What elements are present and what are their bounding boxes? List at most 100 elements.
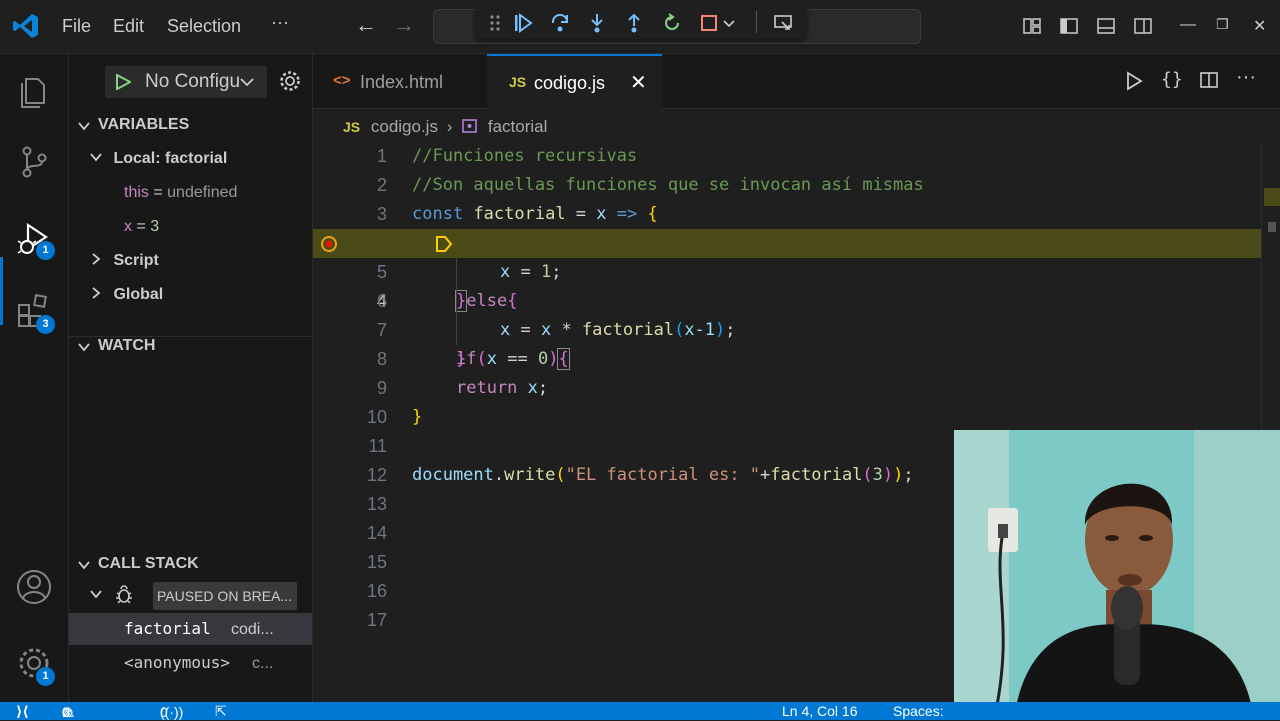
line-number: 1 <box>376 146 387 166</box>
tab-index-html[interactable]: <> Index.html <box>313 54 487 109</box>
back-arrow-icon[interactable]: ← <box>355 12 377 38</box>
curly-braces-icon[interactable]: {} <box>1161 69 1183 90</box>
minimize-button[interactable]: — <box>1180 16 1196 34</box>
code-operator: = <box>510 262 541 282</box>
explorer-icon[interactable] <box>14 71 54 111</box>
keyword-const: const <box>412 204 464 224</box>
title-bar: File Edit Selection ··· ← → — ❐ ✕ <box>0 0 1280 54</box>
debug-launch-icon[interactable]: ⇱ <box>215 703 227 720</box>
indentation-setting[interactable]: Spaces: <box>893 703 944 719</box>
inline-breakpoint-icon <box>436 236 453 252</box>
menu-selection[interactable]: Selection <box>167 16 241 37</box>
toolbar-divider <box>756 11 757 33</box>
line-number: 6 <box>376 291 387 311</box>
drag-handle-icon[interactable] <box>484 12 506 34</box>
menu-more[interactable]: ··· <box>271 12 289 33</box>
line-number: 15 <box>366 552 387 572</box>
scope-global[interactable]: Global <box>89 286 163 304</box>
stack-frame-selected[interactable]: factorial codi... <box>69 613 312 645</box>
line-number: 13 <box>366 494 387 514</box>
tab-label: Index.html <box>360 72 444 92</box>
code-dot: . <box>493 465 505 485</box>
thread-row[interactable] <box>89 585 132 606</box>
current-execution-line: 4 if(x == 0){ <box>313 229 1280 370</box>
open-launch-json-gear-icon[interactable] <box>278 69 302 93</box>
code-variable: x <box>500 320 511 340</box>
code-line: 2 //Son aquellas funciones que se invocan… <box>313 171 1280 200</box>
watch-section-header[interactable]: WATCH <box>69 336 312 358</box>
step-into-icon[interactable] <box>586 12 608 34</box>
chevron-right-icon <box>92 253 101 265</box>
code-brace: { <box>507 291 518 311</box>
close-window-button[interactable]: ✕ <box>1253 16 1266 36</box>
breadcrumb: JS codigo.js › factorial <box>343 117 547 137</box>
breakpoint-icon[interactable] <box>321 236 337 252</box>
code-line: 3 const factorial = x => { <box>313 200 1280 229</box>
customize-layout-icon[interactable] <box>1022 16 1042 36</box>
more-actions-icon[interactable]: ··· <box>1236 66 1256 89</box>
extensions-badge: 3 <box>36 315 55 334</box>
status-bar: ⟩⟨ ⊗ 0 ⚠ 0 ((·)) 0 ⇱ Ln 4, Col 16 Spaces… <box>0 702 1280 720</box>
cursor-position[interactable]: Ln 4, Col 16 <box>782 703 858 719</box>
code-operator: + <box>760 465 771 485</box>
toggle-primary-sidebar-icon[interactable] <box>1059 16 1079 36</box>
tab-codigo-js[interactable]: JS codigo.js ✕ <box>487 54 662 109</box>
inspect-icon[interactable] <box>772 12 794 34</box>
tab-bar: <> Index.html JS codigo.js ✕ {} ··· <box>313 54 1280 109</box>
run-configuration-dropdown[interactable]: No Configurations <box>105 66 267 98</box>
chevron-down-icon[interactable] <box>722 12 736 34</box>
breadcrumb-file[interactable]: codigo.js <box>371 117 438 136</box>
source-control-icon[interactable] <box>14 142 54 182</box>
menu-file[interactable]: File <box>62 16 91 37</box>
stack-frame[interactable]: <anonymous> c... <box>69 647 312 679</box>
restart-icon[interactable] <box>661 12 683 34</box>
ports-count: 0 <box>160 704 168 720</box>
run-configuration-label: No Configurations <box>145 71 239 92</box>
run-and-debug-sidebar: No Configurations VARIABLES Local: facto… <box>69 54 313 702</box>
breadcrumb-symbol[interactable]: factorial <box>488 117 548 136</box>
stop-icon[interactable] <box>698 12 720 34</box>
variable-value: 3 <box>150 218 160 235</box>
chevron-down-icon <box>240 78 254 87</box>
scope-local[interactable]: Local: factorial <box>89 150 227 168</box>
code-brace: } <box>454 290 468 312</box>
code-number: 3 <box>872 465 883 485</box>
active-view-indicator <box>0 257 3 325</box>
variable-equals: = <box>132 218 151 235</box>
scrollbar-thumb[interactable] <box>1268 222 1276 232</box>
code-variable: x <box>517 378 538 398</box>
call-stack-title: CALL STACK <box>98 555 199 572</box>
menu-edit[interactable]: Edit <box>113 16 144 37</box>
code-variable: x <box>500 262 511 282</box>
step-out-icon[interactable] <box>623 12 645 34</box>
keyword-else: else <box>466 291 508 311</box>
close-tab-icon[interactable]: ✕ <box>630 70 647 95</box>
forward-arrow-icon[interactable]: → <box>393 12 415 38</box>
variables-section-header[interactable]: VARIABLES <box>69 116 312 138</box>
account-icon[interactable] <box>14 567 54 607</box>
call-stack-section-header[interactable]: CALL STACK <box>69 555 312 577</box>
function-call: factorial <box>581 320 675 340</box>
continue-icon[interactable] <box>512 12 534 34</box>
toggle-panel-icon[interactable] <box>1096 16 1116 36</box>
scope-global-label: Global <box>113 286 164 303</box>
keyword-return: return <box>456 378 518 398</box>
variable-row[interactable]: x = 3 <box>124 218 159 236</box>
run-file-icon[interactable] <box>1125 71 1143 91</box>
function-call: factorial <box>770 465 863 485</box>
line-number: 5 <box>376 262 387 282</box>
code-line: 10} <box>313 403 1280 432</box>
code-paren: ( <box>674 320 685 340</box>
scope-script[interactable]: Script <box>89 252 159 270</box>
split-editor-icon[interactable] <box>1199 70 1219 90</box>
start-debugging-icon[interactable] <box>115 74 131 90</box>
remote-indicator[interactable]: ⟩⟨ <box>16 703 29 720</box>
code-paren: ( <box>555 465 566 485</box>
tab-label: codigo.js <box>534 73 606 93</box>
toggle-secondary-sidebar-icon[interactable] <box>1133 16 1153 36</box>
restore-button[interactable]: ❐ <box>1216 16 1229 33</box>
step-over-icon[interactable] <box>549 12 571 34</box>
settings-badge: 1 <box>36 667 55 686</box>
variable-row[interactable]: this = undefined <box>124 184 237 202</box>
line-number: 10 <box>366 407 387 427</box>
